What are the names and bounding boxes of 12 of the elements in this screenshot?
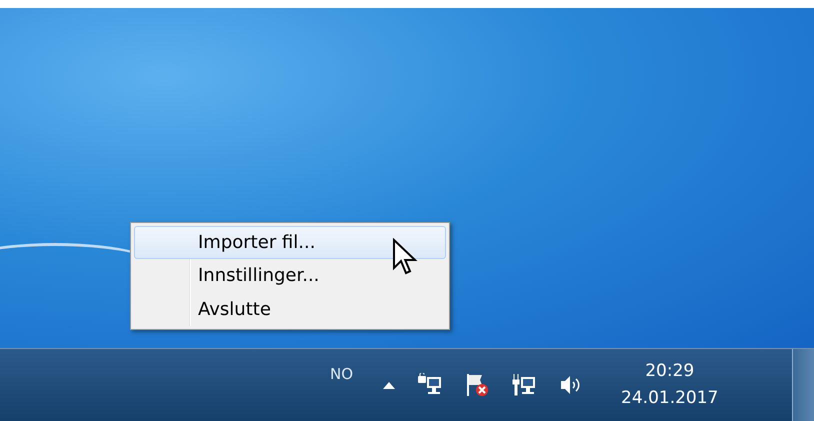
show-desktop-button[interactable] — [792, 349, 814, 421]
network-computer-icon[interactable] — [511, 373, 538, 397]
computer-lock-icon[interactable] — [417, 373, 444, 397]
menu-item[interactable]: Avslutte — [134, 292, 446, 326]
mouse-pointer-icon — [392, 238, 418, 276]
menu-item[interactable]: Innstillinger... — [134, 259, 446, 293]
up-arrow-icon[interactable] — [383, 381, 396, 389]
clock[interactable]: 20:29 24.01.2017 — [621, 358, 718, 412]
flag-error-icon[interactable] — [465, 373, 490, 397]
speaker-icon[interactable] — [559, 374, 582, 396]
language-indicator[interactable]: NO — [330, 362, 354, 386]
menu-item[interactable]: Importer fil... — [134, 226, 446, 260]
